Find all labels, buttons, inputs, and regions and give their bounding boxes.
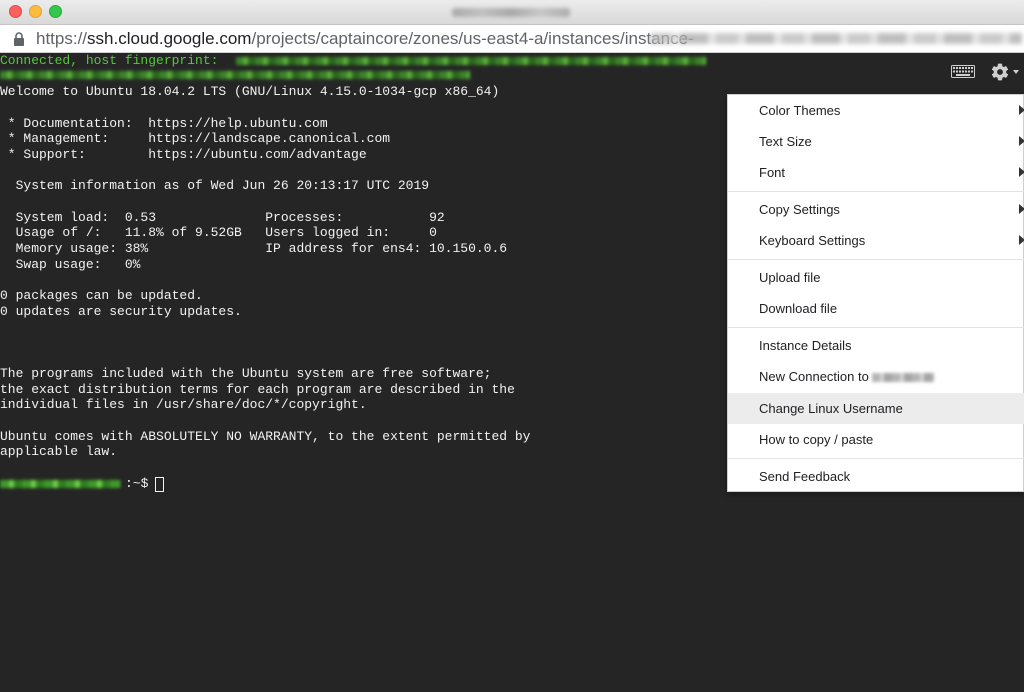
keyboard-icon[interactable] bbox=[951, 65, 975, 78]
menu-item-label: Font bbox=[759, 165, 786, 180]
connected-line: Connected, host fingerprint: bbox=[0, 53, 219, 68]
url-redacted bbox=[650, 33, 1022, 44]
menu-divider bbox=[728, 191, 1024, 192]
window-titlebar bbox=[0, 0, 1024, 25]
memory-usage-line: Memory usage: 38% IP address for ens4: 1… bbox=[0, 240, 508, 256]
swap-usage-line: Swap usage: 0% bbox=[0, 256, 141, 272]
menu-item-send-feedback[interactable]: Send Feedback bbox=[728, 461, 1024, 492]
menu-item-color-themes[interactable]: Color Themes bbox=[728, 95, 1024, 126]
prompt-suffix: :~$ bbox=[125, 476, 149, 491]
minimize-window-button[interactable] bbox=[29, 5, 42, 18]
url-scheme: https:// bbox=[36, 29, 88, 48]
menu-item-label: Keyboard Settings bbox=[759, 233, 866, 248]
fingerprint-redacted-2 bbox=[0, 71, 470, 79]
menu-item-new-connection[interactable]: New Connection to bbox=[728, 361, 1024, 392]
menu-item-instance-details[interactable]: Instance Details bbox=[728, 330, 1024, 361]
settings-menu: Color Themes Text Size Font Copy Setting… bbox=[727, 94, 1024, 492]
sysinfo-line: System information as of Wed Jun 26 20:1… bbox=[0, 178, 430, 194]
menu-item-keyboard-settings[interactable]: Keyboard Settings bbox=[728, 225, 1024, 256]
warranty-line-2: applicable law. bbox=[0, 444, 118, 460]
instance-name-redacted bbox=[871, 373, 934, 383]
menu-item-font[interactable]: Font bbox=[728, 157, 1024, 188]
menu-item-label: Text Size bbox=[759, 134, 812, 149]
gear-icon[interactable] bbox=[990, 62, 1010, 82]
chevron-down-icon[interactable] bbox=[1013, 70, 1019, 74]
zoom-window-button[interactable] bbox=[49, 5, 62, 18]
menu-item-label: Change Linux Username bbox=[759, 401, 903, 416]
system-load-line: System load: 0.53 Processes: 92 bbox=[0, 209, 445, 225]
terminal-output: Connected, host fingerprint: Welcome to U… bbox=[0, 53, 531, 460]
menu-item-label: Upload file bbox=[759, 270, 821, 285]
menu-item-upload-file[interactable]: Upload file bbox=[728, 262, 1024, 293]
menu-item-label: Send Feedback bbox=[759, 469, 851, 484]
menu-item-change-linux-username[interactable]: Change Linux Username bbox=[728, 393, 1024, 424]
address-bar[interactable]: https://ssh.cloud.google.com/projects/ca… bbox=[0, 25, 1024, 53]
menu-item-copy-settings[interactable]: Copy Settings bbox=[728, 194, 1024, 225]
submenu-arrow-icon bbox=[1019, 105, 1024, 115]
menu-item-label: Instance Details bbox=[759, 338, 852, 353]
menu-item-label: Copy Settings bbox=[759, 202, 840, 217]
menu-item-label: How to copy / paste bbox=[759, 432, 874, 447]
documentation-line: * Documentation: https://help.ubuntu.com bbox=[0, 115, 328, 131]
menu-item-label: Color Themes bbox=[759, 103, 841, 118]
submenu-arrow-icon bbox=[1019, 136, 1024, 146]
support-line: * Support: https://ubuntu.com/advantage bbox=[0, 146, 367, 162]
programs-line-3: individual files in /usr/share/doc/*/cop… bbox=[0, 397, 367, 413]
menu-item-how-to-copy-paste[interactable]: How to copy / paste bbox=[728, 424, 1024, 455]
url-path: /projects/captaincore/zones/us-east4-a/i… bbox=[251, 29, 694, 48]
warranty-line-1: Ubuntu comes with ABSOLUTELY NO WARRANTY… bbox=[0, 428, 531, 444]
submenu-arrow-icon bbox=[1019, 167, 1024, 177]
packages-line: 0 packages can be updated. bbox=[0, 287, 203, 303]
menu-divider bbox=[728, 327, 1024, 328]
security-updates-line: 0 updates are security updates. bbox=[0, 303, 242, 319]
lock-icon bbox=[14, 32, 24, 46]
menu-divider bbox=[728, 259, 1024, 260]
url-host: ssh.cloud.google.com bbox=[87, 29, 252, 48]
menu-item-download-file[interactable]: Download file bbox=[728, 293, 1024, 324]
url-text[interactable]: https://ssh.cloud.google.com/projects/ca… bbox=[36, 29, 694, 49]
terminal-cursor bbox=[155, 477, 164, 492]
prompt-user-host-redacted bbox=[0, 480, 120, 488]
submenu-arrow-icon bbox=[1019, 204, 1024, 214]
welcome-line: Welcome to Ubuntu 18.04.2 LTS (GNU/Linux… bbox=[0, 84, 500, 100]
menu-item-text-size[interactable]: Text Size bbox=[728, 126, 1024, 157]
programs-line-1: The programs included with the Ubuntu sy… bbox=[0, 366, 492, 382]
programs-line-2: the exact distribution terms for each pr… bbox=[0, 381, 515, 397]
fingerprint-redacted bbox=[236, 57, 706, 65]
menu-divider bbox=[728, 458, 1024, 459]
disk-usage-line: Usage of /: 11.8% of 9.52GB Users logged… bbox=[0, 225, 437, 241]
menu-item-label: New Connection to bbox=[759, 369, 869, 384]
menu-item-label: Download file bbox=[759, 301, 838, 316]
management-line: * Management: https://landscape.canonica… bbox=[0, 131, 391, 147]
window-title-redacted bbox=[452, 8, 570, 17]
close-window-button[interactable] bbox=[9, 5, 22, 18]
submenu-arrow-icon bbox=[1019, 235, 1024, 245]
